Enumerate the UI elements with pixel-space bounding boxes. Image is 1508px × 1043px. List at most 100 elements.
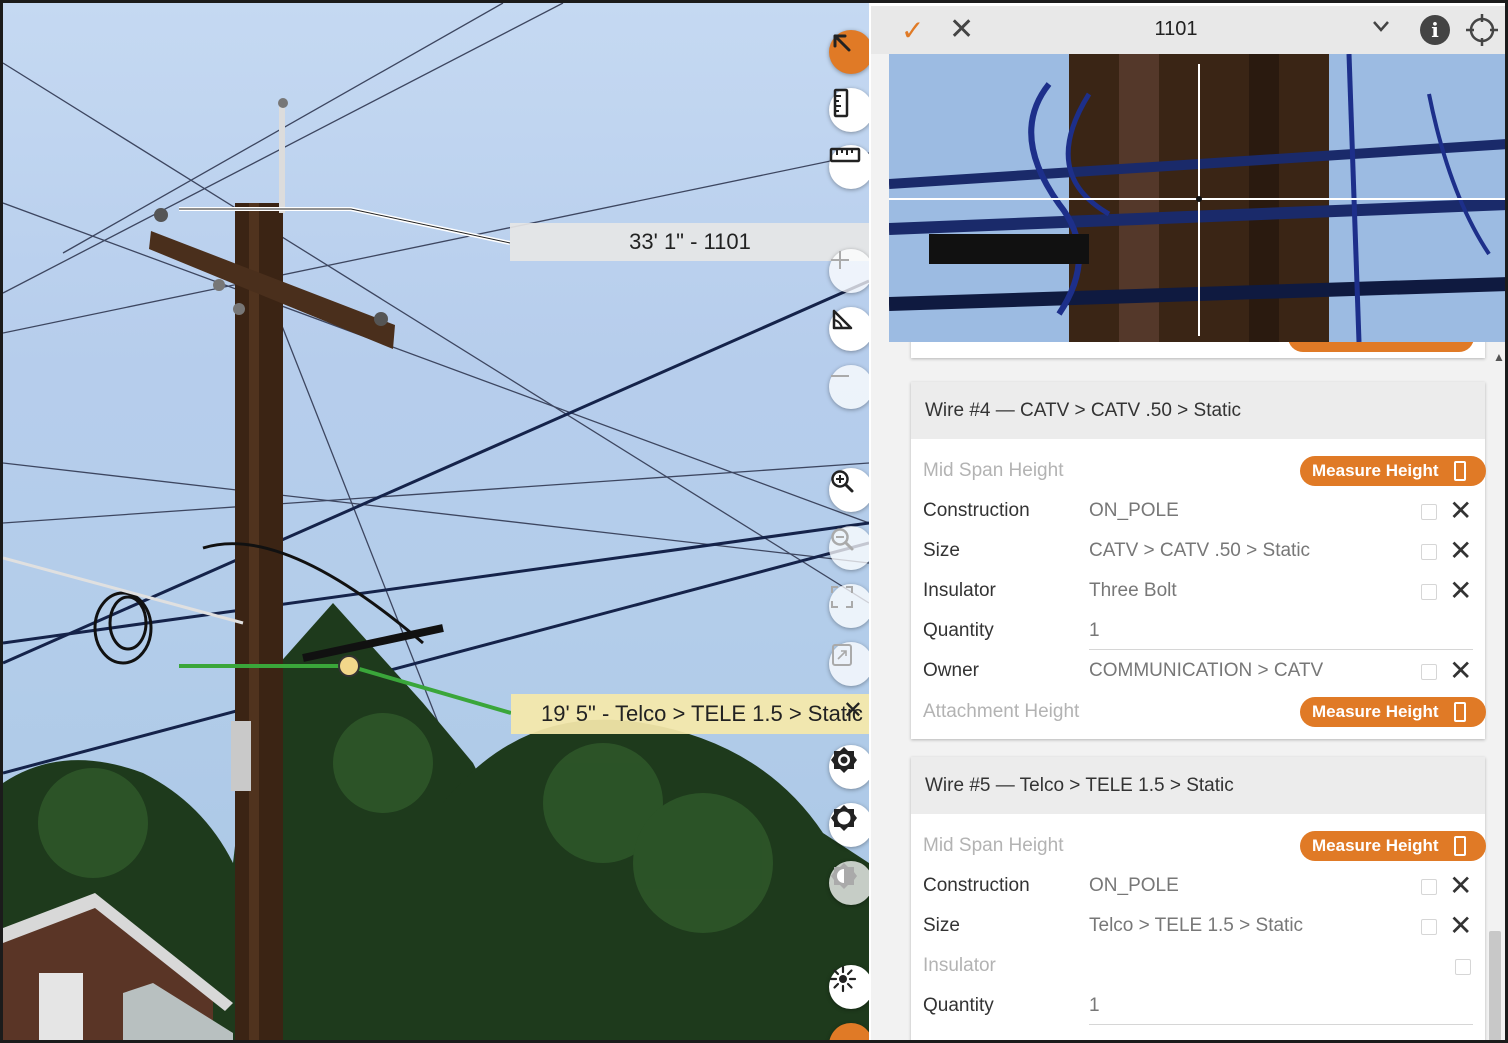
clear-icon[interactable]: ✕ bbox=[1449, 909, 1472, 943]
clear-icon[interactable]: ✕ bbox=[1449, 869, 1472, 903]
horizontal-ruler-button[interactable] bbox=[829, 145, 869, 189]
attribute-panel: ✓ ✕ 1101 i Wire #4 — CATV > CATV .50 > S… bbox=[871, 6, 1505, 1040]
close-icon[interactable]: ✕ bbox=[843, 696, 863, 725]
height-label-selected[interactable]: 19' 5" - Telco > TELE 1.5 > Static ✕ bbox=[511, 694, 869, 734]
field-label: Insulator bbox=[923, 955, 996, 976]
height-label-selected-text: 19' 5" - Telco > TELE 1.5 > Static bbox=[541, 701, 863, 726]
copy-checkbox[interactable] bbox=[1421, 919, 1437, 935]
sun-icon bbox=[829, 965, 857, 993]
zoom-preview[interactable] bbox=[889, 54, 1505, 342]
owner-value[interactable]: COMMUNICATION > CATV bbox=[1089, 660, 1323, 682]
copy-checkbox[interactable] bbox=[1421, 664, 1437, 680]
fit-screen-button[interactable] bbox=[829, 584, 869, 628]
expand-arrows-icon bbox=[831, 586, 853, 608]
measure-height-button[interactable]: Measure Height bbox=[1300, 456, 1486, 486]
clear-icon[interactable]: ✕ bbox=[1449, 494, 1472, 528]
measure-height-label: Measure Height bbox=[1312, 836, 1439, 855]
vertical-ruler-icon bbox=[833, 88, 849, 118]
app-frame: 33' 1" - 1101 19' 5" - Telco > TELE 1.5 … bbox=[0, 0, 1508, 1043]
insulator-value[interactable]: Three Bolt bbox=[1089, 580, 1177, 602]
angle-tool-button[interactable] bbox=[829, 307, 869, 351]
field-label: Construction bbox=[923, 500, 1030, 521]
size-value[interactable]: CATV > CATV .50 > Static bbox=[1089, 540, 1310, 562]
insulator-row: Insulator Three Bolt ✕ bbox=[923, 572, 1473, 612]
close-icon[interactable]: ✕ bbox=[949, 12, 974, 47]
photo-viewer[interactable]: 33' 1" - 1101 19' 5" - Telco > TELE 1.5 … bbox=[3, 3, 869, 1040]
brightness-up-button[interactable] bbox=[829, 745, 869, 789]
mid-span-label: Mid Span Height bbox=[923, 835, 1064, 856]
brightness-low-icon bbox=[831, 805, 857, 831]
copy-checkbox[interactable] bbox=[1421, 544, 1437, 560]
field-label: Size bbox=[923, 915, 960, 936]
mid-span-label: Mid Span Height bbox=[923, 460, 1064, 481]
panel-header: ✓ ✕ 1101 i bbox=[871, 6, 1505, 54]
input-underline bbox=[1089, 649, 1473, 650]
add-button[interactable] bbox=[829, 249, 869, 293]
quantity-row: Quantity 1 bbox=[923, 612, 1473, 652]
wire-card-title: Wire #4 — CATV > CATV .50 > Static bbox=[911, 382, 1485, 439]
quantity-input[interactable]: 1 bbox=[1089, 995, 1100, 1017]
copy-checkbox[interactable] bbox=[1421, 879, 1437, 895]
height-label-top[interactable]: 33' 1" - 1101 bbox=[510, 223, 869, 261]
attachment-height-label: Attachment Height bbox=[923, 701, 1080, 722]
crosshair-icon[interactable] bbox=[1465, 13, 1499, 47]
zoom-out-icon bbox=[831, 528, 854, 551]
quantity-row: Quantity 1 bbox=[923, 987, 1473, 1027]
angle-icon bbox=[832, 309, 853, 330]
copy-checkbox[interactable] bbox=[1421, 504, 1437, 520]
measure-height-label: Measure Height bbox=[1312, 461, 1439, 480]
mid-span-row: Mid Span Height Measure Height bbox=[923, 452, 1486, 492]
zoom-in-button[interactable] bbox=[829, 468, 869, 512]
construction-value[interactable]: ON_POLE bbox=[1089, 500, 1179, 522]
brightness-down-button[interactable] bbox=[829, 803, 869, 847]
copy-checkbox[interactable] bbox=[1421, 584, 1437, 600]
fullscreen-button[interactable] bbox=[829, 642, 869, 686]
mid-span-row: Mid Span Height Measure Height bbox=[923, 827, 1486, 867]
arrow-up-left-icon bbox=[833, 34, 851, 52]
pole-title: 1101 bbox=[1154, 18, 1198, 40]
field-label: Quantity bbox=[923, 620, 994, 641]
field-label: Construction bbox=[923, 875, 1030, 896]
fullscreen-icon bbox=[832, 644, 852, 666]
info-icon[interactable]: i bbox=[1420, 15, 1450, 45]
scroll-up-arrow-icon[interactable]: ▲ bbox=[1493, 350, 1505, 364]
brightness-high-icon bbox=[831, 747, 857, 773]
field-label: Insulator bbox=[923, 580, 996, 601]
confirm-check-icon[interactable]: ✓ bbox=[901, 14, 924, 47]
ruler-icon bbox=[1454, 836, 1466, 856]
wire-card-title: Wire #5 — Telco > TELE 1.5 > Static bbox=[911, 757, 1485, 814]
remove-button[interactable] bbox=[829, 365, 869, 409]
contrast-button[interactable] bbox=[829, 861, 869, 905]
clear-icon[interactable]: ✕ bbox=[1449, 534, 1472, 568]
select-arrow-button[interactable] bbox=[829, 30, 869, 74]
chevron-down-icon[interactable] bbox=[1371, 16, 1391, 36]
field-label: Size bbox=[923, 540, 960, 561]
zoom-in-icon bbox=[831, 470, 854, 493]
field-label: Owner bbox=[923, 660, 979, 681]
wire-card: Wire #5 — Telco > TELE 1.5 > Static Mid … bbox=[911, 757, 1486, 1040]
zoom-out-button[interactable] bbox=[829, 526, 869, 570]
clear-icon[interactable]: ✕ bbox=[1449, 654, 1472, 688]
scrollbar-thumb[interactable] bbox=[1489, 931, 1501, 1040]
quantity-input[interactable]: 1 bbox=[1089, 620, 1100, 642]
construction-value[interactable]: ON_POLE bbox=[1089, 875, 1179, 897]
measure-height-button[interactable] bbox=[1288, 342, 1474, 352]
size-value[interactable]: Telco > TELE 1.5 > Static bbox=[1089, 915, 1303, 937]
attachment-height-row: Attachment Height Measure Height bbox=[923, 693, 1486, 733]
measure-height-label: Measure Height bbox=[1312, 702, 1439, 721]
plus-icon bbox=[831, 251, 849, 269]
construction-row: Construction ON_POLE ✕ bbox=[923, 867, 1473, 907]
clear-icon[interactable]: ✕ bbox=[1449, 574, 1472, 608]
measure-height-button[interactable]: Measure Height bbox=[1300, 831, 1486, 861]
height-ruler-button[interactable] bbox=[829, 88, 869, 132]
measure-height-button[interactable]: Measure Height bbox=[1300, 697, 1486, 727]
pole-photo bbox=[3, 3, 869, 1040]
copy-checkbox[interactable] bbox=[1455, 959, 1471, 975]
owner-row: Owner COMMUNICATION > CATV ✕ bbox=[923, 652, 1473, 692]
sun-settings-button[interactable] bbox=[829, 965, 869, 1009]
contrast-icon bbox=[831, 863, 857, 889]
zoomed-pole-image bbox=[889, 54, 1505, 342]
insulator-row: Insulator bbox=[923, 947, 1473, 987]
previous-wire-card bbox=[911, 342, 1485, 358]
input-underline bbox=[1089, 1024, 1473, 1025]
